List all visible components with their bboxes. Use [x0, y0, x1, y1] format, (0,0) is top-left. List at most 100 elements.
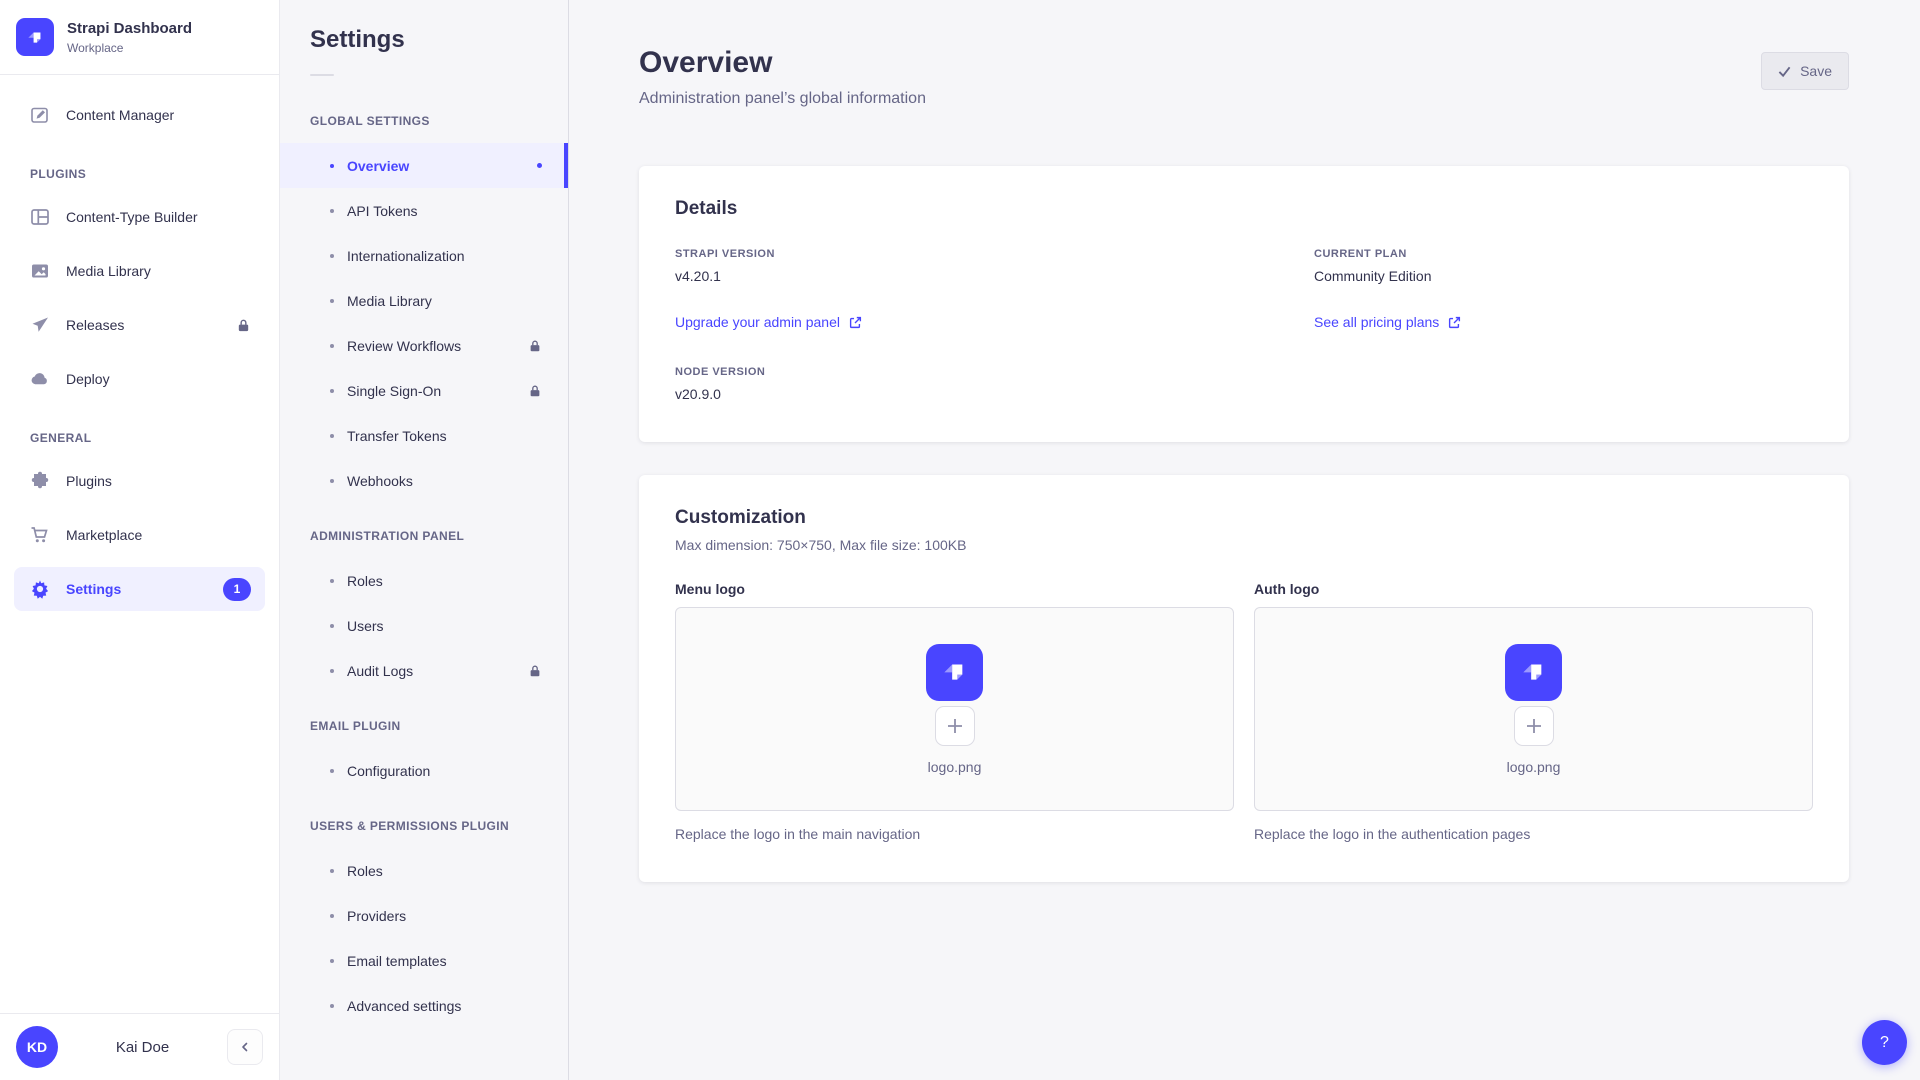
nav-section-header-general: GENERAL [30, 431, 249, 445]
strapi-logo-icon [926, 644, 983, 701]
settings-subnav: Settings GLOBAL SETTINGS Overview API To… [280, 0, 569, 1080]
menu-logo-filename: logo.png [928, 759, 982, 775]
subnav-item-single-sign-on[interactable]: Single Sign-On [280, 368, 568, 413]
strapi-version-field: STRAPI VERSION v4.20.1 Upgrade your admi… [675, 248, 1174, 332]
cart-icon [30, 525, 50, 545]
settings-panel-title: Settings [310, 26, 538, 54]
subnav-item-media-library[interactable]: Media Library [280, 278, 568, 323]
subnav-item-api-tokens[interactable]: API Tokens [280, 188, 568, 233]
save-button-label: Save [1800, 63, 1832, 79]
plus-icon [946, 717, 964, 735]
bullet-icon [330, 254, 334, 258]
subnav-item-audit-logs[interactable]: Audit Logs [280, 648, 568, 693]
subnav-header-administration-panel: ADMINISTRATION PANEL [310, 529, 538, 543]
main-content: Overview Administration panel’s global i… [569, 0, 1920, 1080]
bullet-icon [330, 869, 334, 873]
bullet-icon [330, 434, 334, 438]
bullet-icon [330, 959, 334, 963]
subnav-header-users-permissions-plugin: USERS & PERMISSIONS PLUGIN [310, 819, 538, 833]
customization-subtitle: Max dimension: 750×750, Max file size: 1… [675, 537, 1813, 553]
subnav-item-label: Roles [347, 573, 383, 589]
customization-card: Customization Max dimension: 750×750, Ma… [639, 475, 1849, 882]
subnav-item-transfer-tokens[interactable]: Transfer Tokens [280, 413, 568, 458]
subnav-item-review-workflows[interactable]: Review Workflows [280, 323, 568, 368]
bullet-icon [330, 344, 334, 348]
subnav-item-label: Overview [347, 158, 409, 174]
sidebar-item-plugins[interactable]: Plugins [14, 459, 265, 503]
sidebar-item-releases[interactable]: Releases [14, 303, 265, 347]
sidebar-item-marketplace[interactable]: Marketplace [14, 513, 265, 557]
menu-logo-group: Menu logo logo.png Replace the logo in t… [675, 581, 1234, 842]
bullet-icon [330, 299, 334, 303]
subnav-item-label: Media Library [347, 293, 432, 309]
auth-logo-upload-tile[interactable]: logo.png [1254, 607, 1813, 811]
external-link-icon [849, 316, 862, 329]
lock-icon [528, 339, 542, 353]
pricing-plans-link[interactable]: See all pricing plans [1314, 314, 1461, 330]
auth-logo-caption: Replace the logo in the authentication p… [1254, 826, 1813, 842]
sidebar-item-label: Content-Type Builder [66, 209, 198, 225]
subnav-item-label: Advanced settings [347, 998, 461, 1014]
brand-header: Strapi Dashboard Workplace [0, 0, 279, 75]
details-card: Details STRAPI VERSION v4.20.1 Upgrade y… [639, 166, 1849, 442]
add-menu-logo-button[interactable] [935, 706, 975, 746]
user-name: Kai Doe [68, 1039, 217, 1056]
sidebar-item-content-type-builder[interactable]: Content-Type Builder [14, 195, 265, 239]
sidebar-item-label: Releases [66, 317, 124, 333]
sidebar-item-media-library[interactable]: Media Library [14, 249, 265, 293]
sidebar-item-deploy[interactable]: Deploy [14, 357, 265, 401]
subnav-item-admin-roles[interactable]: Roles [280, 558, 568, 603]
subnav-item-admin-users[interactable]: Users [280, 603, 568, 648]
chevron-left-icon [239, 1041, 251, 1053]
subnav-item-providers[interactable]: Providers [280, 893, 568, 938]
subnav-item-webhooks[interactable]: Webhooks [280, 458, 568, 503]
bullet-icon [330, 1004, 334, 1008]
menu-logo-label: Menu logo [675, 581, 1234, 597]
settings-notification-badge: 1 [223, 578, 251, 601]
subnav-item-label: Single Sign-On [347, 383, 441, 399]
bullet-icon [330, 769, 334, 773]
auth-logo-group: Auth logo logo.png Replace the logo in t… [1254, 581, 1813, 842]
current-plan-value: Community Edition [1314, 268, 1813, 284]
puzzle-icon [30, 471, 50, 491]
menu-logo-upload-tile[interactable]: logo.png [675, 607, 1234, 811]
subnav-item-advanced-settings[interactable]: Advanced settings [280, 983, 568, 1028]
add-auth-logo-button[interactable] [1514, 706, 1554, 746]
avatar[interactable]: KD [16, 1026, 58, 1068]
lock-icon [528, 384, 542, 398]
strapi-version-value: v4.20.1 [675, 268, 1174, 284]
sidebar-item-label: Media Library [66, 263, 151, 279]
subnav-item-internationalization[interactable]: Internationalization [280, 233, 568, 278]
bullet-icon [330, 164, 334, 168]
image-icon [30, 261, 50, 281]
sidebar-item-content-manager[interactable]: Content Manager [14, 93, 265, 137]
sidebar-item-label: Settings [66, 581, 121, 597]
app-nav-body: Content Manager PLUGINS Content-Type Bui… [0, 75, 279, 1013]
bullet-icon [330, 669, 334, 673]
subnav-item-email-templates[interactable]: Email templates [280, 938, 568, 983]
bullet-icon [330, 624, 334, 628]
subnav-header-global-settings: GLOBAL SETTINGS [310, 114, 538, 128]
save-button[interactable]: Save [1761, 52, 1849, 90]
subnav-item-label: Roles [347, 863, 383, 879]
subnav-item-label: Internationalization [347, 248, 465, 264]
subnav-item-label: Review Workflows [347, 338, 461, 354]
title-divider [310, 74, 334, 76]
help-button[interactable]: ? [1862, 1020, 1907, 1065]
sidebar-item-label: Marketplace [66, 527, 142, 543]
subnav-item-up-roles[interactable]: Roles [280, 848, 568, 893]
collapse-sidebar-button[interactable] [227, 1029, 263, 1065]
upgrade-admin-panel-link[interactable]: Upgrade your admin panel [675, 314, 862, 330]
subnav-item-label: Webhooks [347, 473, 413, 489]
sidebar-item-settings[interactable]: Settings 1 [14, 567, 265, 611]
bullet-icon [330, 479, 334, 483]
bullet-icon [330, 579, 334, 583]
grid-icon [30, 207, 50, 227]
subnav-item-overview[interactable]: Overview [280, 143, 568, 188]
app-sidebar: Strapi Dashboard Workplace Content Manag… [0, 0, 280, 1080]
strapi-logo-icon [1505, 644, 1562, 701]
details-grid: STRAPI VERSION v4.20.1 Upgrade your admi… [675, 248, 1813, 402]
subnav-item-configuration[interactable]: Configuration [280, 748, 568, 793]
page-title: Overview [639, 46, 926, 80]
auth-logo-filename: logo.png [1507, 759, 1561, 775]
